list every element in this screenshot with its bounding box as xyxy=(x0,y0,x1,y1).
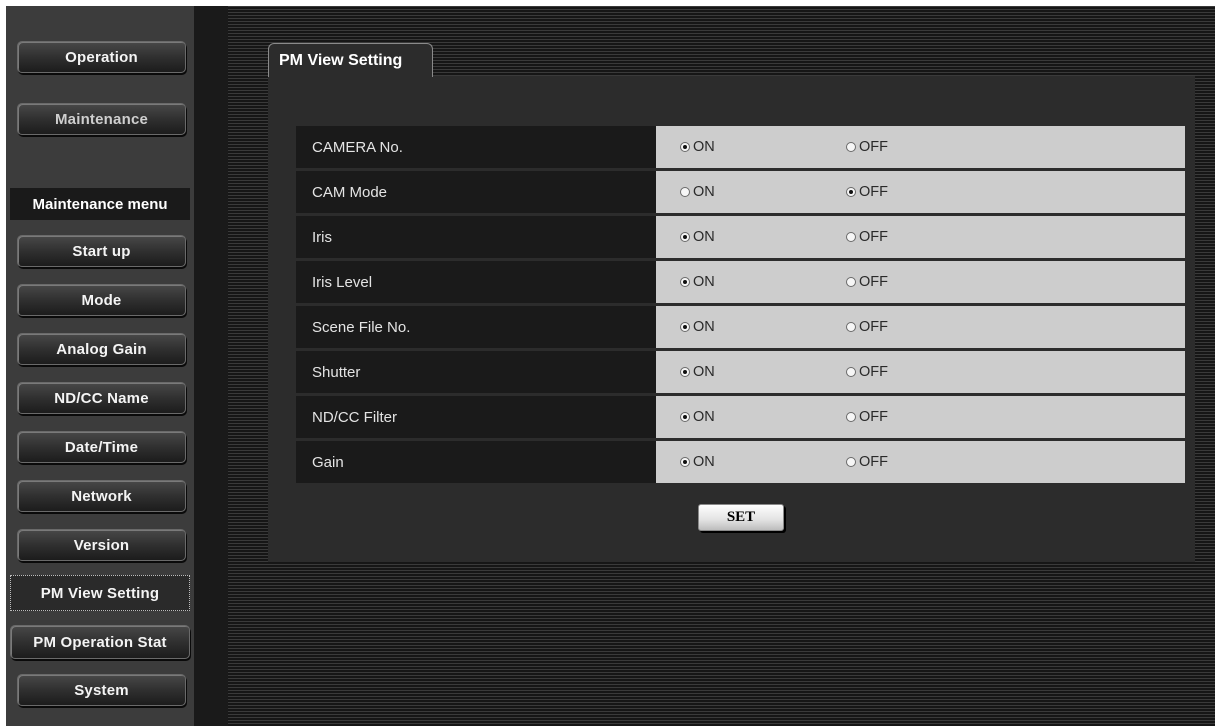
radio-on-gain[interactable]: ON xyxy=(680,454,715,470)
radio-off-cam-mode[interactable]: OFF xyxy=(846,184,888,200)
setting-row-shutter: Shutter ON OFF xyxy=(296,351,1185,393)
radio-label: OFF xyxy=(859,364,888,380)
radio-label: OFF xyxy=(859,409,888,425)
setting-label: Iris xyxy=(296,216,656,258)
radio-off-gain[interactable]: OFF xyxy=(846,454,888,470)
setting-row-iris-level: Iris Level ON OFF xyxy=(296,261,1185,303)
radio-button-icon[interactable] xyxy=(846,232,856,242)
radio-button-icon[interactable] xyxy=(846,187,856,197)
operation-button[interactable]: Operation xyxy=(17,41,186,73)
radio-on-cam-mode[interactable]: ON xyxy=(680,184,715,200)
radio-label: ON xyxy=(693,139,715,155)
setting-row-iris: Iris ON OFF xyxy=(296,216,1185,258)
radio-label: ON xyxy=(693,364,715,380)
setting-label: ND/CC Filter xyxy=(296,396,656,438)
radio-label: ON xyxy=(693,409,715,425)
setting-label: Scene File No. xyxy=(296,306,656,348)
setting-options: ON OFF xyxy=(656,396,1185,438)
setting-options: ON OFF xyxy=(656,351,1185,393)
maintenance-menu-heading: Maintenance menu xyxy=(10,188,190,220)
radio-button-icon[interactable] xyxy=(846,277,856,287)
setting-options: ON OFF xyxy=(656,306,1185,348)
radio-off-iris-level[interactable]: OFF xyxy=(846,274,888,290)
setting-row-camera-no: CAMERA No. ON OFF xyxy=(296,126,1185,168)
setting-options: ON OFF xyxy=(656,261,1185,303)
setting-label: CAMERA No. xyxy=(296,126,656,168)
radio-label: ON xyxy=(693,454,715,470)
setting-options: ON OFF xyxy=(656,441,1185,483)
radio-on-nd-cc-filter[interactable]: ON xyxy=(680,409,715,425)
setting-options: ON OFF xyxy=(656,171,1185,213)
radio-off-scene-file-no[interactable]: OFF xyxy=(846,319,888,335)
setting-row-cam-mode: CAM Mode ON OFF xyxy=(296,171,1185,213)
radio-button-icon[interactable] xyxy=(846,322,856,332)
panel-tab-title: PM View Setting xyxy=(268,43,433,77)
setting-row-gain: Gain ON OFF xyxy=(296,441,1185,483)
radio-label: OFF xyxy=(859,454,888,470)
maintenance-button[interactable]: Maintenance xyxy=(17,103,186,135)
radio-button-icon[interactable] xyxy=(680,412,690,422)
setting-label: Shutter xyxy=(296,351,656,393)
radio-button-icon[interactable] xyxy=(680,457,690,467)
setting-label: Iris Level xyxy=(296,261,656,303)
radio-off-iris[interactable]: OFF xyxy=(846,229,888,245)
radio-on-camera-no[interactable]: ON xyxy=(680,139,715,155)
radio-label: ON xyxy=(693,229,715,245)
setting-options: ON OFF xyxy=(656,126,1185,168)
radio-label: OFF xyxy=(859,139,888,155)
radio-button-icon[interactable] xyxy=(680,232,690,242)
sidebar-item-system[interactable]: System xyxy=(17,674,186,706)
setting-label: Gain xyxy=(296,441,656,483)
setting-label: CAM Mode xyxy=(296,171,656,213)
radio-button-icon[interactable] xyxy=(680,142,690,152)
radio-off-camera-no[interactable]: OFF xyxy=(846,139,888,155)
setting-row-scene-file-no: Scene File No. ON OFF xyxy=(296,306,1185,348)
radio-label: ON xyxy=(693,274,715,290)
setting-row-nd-cc-filter: ND/CC Filter ON OFF xyxy=(296,396,1185,438)
sidebar-item-start-up[interactable]: Start up xyxy=(17,235,186,267)
sidebar: Operation Maintenance Maintenance menu S… xyxy=(6,6,194,726)
radio-label: ON xyxy=(693,184,715,200)
radio-off-shutter[interactable]: OFF xyxy=(846,364,888,380)
sidebar-item-pm-view-setting[interactable]: PM View Setting xyxy=(10,575,190,611)
sidebar-item-nd-cc-name[interactable]: ND/CC Name xyxy=(17,382,186,414)
radio-label: ON xyxy=(693,319,715,335)
radio-button-icon[interactable] xyxy=(680,367,690,377)
radio-label: OFF xyxy=(859,229,888,245)
radio-on-scene-file-no[interactable]: ON xyxy=(680,319,715,335)
radio-button-icon[interactable] xyxy=(680,277,690,287)
radio-button-icon[interactable] xyxy=(680,322,690,332)
radio-on-iris-level[interactable]: ON xyxy=(680,274,715,290)
sidebar-item-version[interactable]: Version xyxy=(17,529,186,561)
set-button[interactable]: SET xyxy=(698,504,784,531)
pm-view-settings-table: CAMERA No. ON OFF CAM Mode ON OFF Iris ON OFF Iri… xyxy=(296,123,1185,486)
sidebar-item-pm-operation-stat[interactable]: PM Operation Stat xyxy=(10,625,190,659)
radio-label: OFF xyxy=(859,274,888,290)
radio-button-icon[interactable] xyxy=(846,367,856,377)
radio-button-icon[interactable] xyxy=(680,187,690,197)
radio-on-iris[interactable]: ON xyxy=(680,229,715,245)
radio-off-nd-cc-filter[interactable]: OFF xyxy=(846,409,888,425)
radio-button-icon[interactable] xyxy=(846,457,856,467)
radio-label: OFF xyxy=(859,184,888,200)
radio-on-shutter[interactable]: ON xyxy=(680,364,715,380)
sidebar-item-date-time[interactable]: Date/Time xyxy=(17,431,186,463)
radio-button-icon[interactable] xyxy=(846,142,856,152)
sidebar-item-analog-gain[interactable]: Analog Gain xyxy=(17,333,186,365)
sidebar-item-mode[interactable]: Mode xyxy=(17,284,186,316)
sidebar-divider xyxy=(194,6,228,726)
radio-label: OFF xyxy=(859,319,888,335)
setting-options: ON OFF xyxy=(656,216,1185,258)
radio-button-icon[interactable] xyxy=(846,412,856,422)
sidebar-item-network[interactable]: Network xyxy=(17,480,186,512)
